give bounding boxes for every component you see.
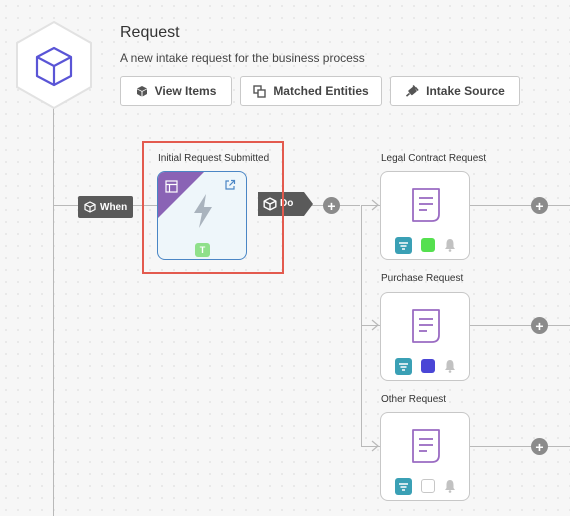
intake-source-label: Intake Source [426, 84, 505, 98]
matched-entities-button[interactable]: Matched Entities [240, 76, 382, 106]
page-subtitle: A new intake request for the business pr… [120, 51, 365, 65]
request-card-other[interactable] [380, 412, 470, 501]
status-square [421, 479, 435, 493]
when-label: When [100, 201, 128, 213]
intake-source-button[interactable]: Intake Source [390, 76, 520, 106]
request-label-other: Other Request [381, 394, 447, 405]
out-3-connector [470, 446, 570, 447]
page-title: Request [120, 24, 180, 41]
request-hexagon-icon [14, 20, 94, 110]
bell-icon [445, 239, 455, 252]
document-icon [412, 429, 440, 463]
cube-icon [84, 201, 96, 213]
document-icon [412, 309, 440, 343]
add-after-legal-button[interactable]: + [531, 197, 548, 214]
filter-icon [399, 483, 408, 491]
request-card-legal[interactable] [380, 171, 470, 260]
filter-icon [399, 242, 408, 250]
filter-badge [395, 237, 412, 254]
filter-icon [399, 363, 408, 371]
status-square [421, 359, 435, 373]
arrow-2-icon [371, 319, 379, 331]
entities-icon [253, 84, 267, 98]
out-2-connector [470, 325, 570, 326]
left-vertical-line [53, 108, 54, 516]
selection-highlight [142, 141, 284, 274]
request-card-purchase[interactable] [380, 292, 470, 381]
add-after-other-button[interactable]: + [531, 438, 548, 455]
filter-badge [395, 478, 412, 495]
cube-icon [136, 86, 147, 97]
view-items-label: View Items [154, 84, 217, 98]
matched-entities-label: Matched Entities [273, 84, 369, 98]
out-1-connector [470, 205, 570, 206]
arrow-3-icon [371, 440, 379, 452]
document-icon [412, 188, 440, 222]
plug-icon [406, 84, 419, 97]
view-items-button[interactable]: View Items [120, 76, 232, 106]
add-after-purchase-button[interactable]: + [531, 317, 548, 334]
bell-icon [445, 480, 455, 493]
when-tag: When [78, 196, 134, 218]
filter-badge [395, 358, 412, 375]
request-label-legal: Legal Contract Request [381, 153, 487, 164]
add-step-button[interactable]: + [323, 197, 340, 214]
request-label-purchase: Purchase Request [381, 273, 464, 284]
arrow-1-icon [371, 199, 379, 211]
status-square [421, 238, 435, 252]
bell-icon [445, 360, 455, 373]
